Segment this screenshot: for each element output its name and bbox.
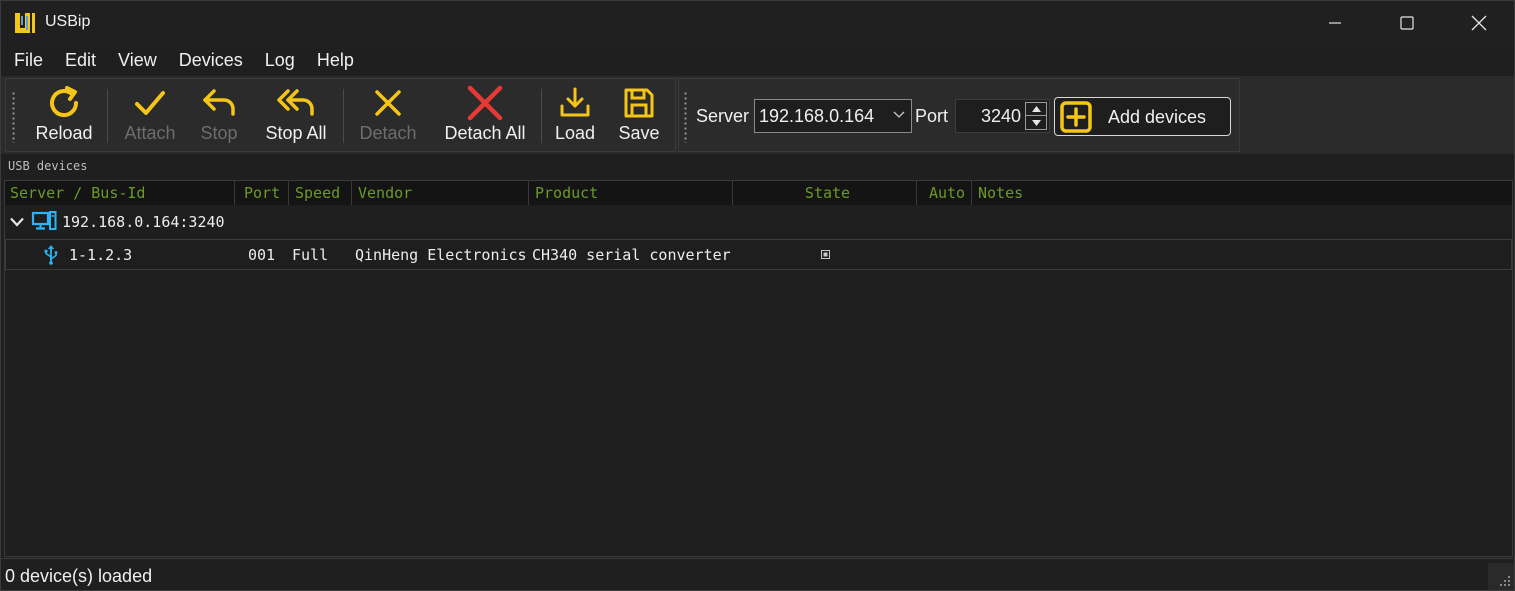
detach-all-button[interactable]: Detach All [438,83,532,149]
column-notes[interactable]: Notes [973,181,1512,205]
menu-edit[interactable]: Edit [54,45,107,76]
column-vendor[interactable]: Vendor [353,181,529,205]
status-text: 0 device(s) loaded [5,566,153,586]
toolbar-area: Reload Attach Stop Stop All Detach Detac… [1,76,1514,154]
column-port[interactable]: Port [239,181,289,205]
save-label: Save [618,123,660,143]
status-bar: 0 device(s) loaded [1,558,1514,590]
chevron-down-icon[interactable] [10,217,24,227]
reload-button[interactable]: Reload [30,83,98,149]
device-row[interactable]: 1-1.2.3 001 Full QinHeng Electronics CH3… [5,239,1512,270]
column-server-bus-id[interactable]: Server / Bus-Id [5,181,235,205]
attach-button[interactable]: Attach [118,83,182,149]
close-button[interactable] [1443,1,1515,45]
device-vendor: QinHeng Electronics [355,246,527,264]
menu-help[interactable]: Help [306,45,365,76]
minimize-button[interactable] [1299,1,1371,45]
menu-file[interactable]: File [3,45,54,76]
port-spinbox[interactable]: 3240 [955,99,1050,133]
red-x-icon [467,85,503,121]
toolbar-separator [107,89,108,143]
device-bus-id: 1-1.2.3 [69,246,133,264]
server-value: 192.168.0.164 [759,106,875,126]
stop-all-button[interactable]: Stop All [258,83,334,149]
port-value: 3240 [980,106,1021,126]
undo-all-arrow-icon [277,89,314,116]
state-checkbox[interactable] [821,250,830,259]
reload-icon [50,86,79,118]
device-product: CH340 serial converter [532,246,731,264]
save-button[interactable]: Save [616,83,662,149]
server-combobox[interactable]: 192.168.0.164 [754,99,912,133]
minimize-icon [1329,22,1341,24]
tree-header: Server / Bus-Id Port Speed Vendor Produc… [5,181,1512,205]
server-address: 192.168.0.164:3240 [62,213,225,231]
toolbar-separator [541,89,542,143]
x-icon [375,90,401,116]
maximize-icon [1400,16,1414,30]
action-toolbar: Reload Attach Stop Stop All Detach Detac… [5,78,676,152]
server-row[interactable]: 192.168.0.164:3240 [5,207,1512,237]
menu-view[interactable]: View [107,45,168,76]
toolbar-separator [343,89,344,143]
column-speed[interactable]: Speed [290,181,352,205]
menu-log[interactable]: Log [254,45,306,76]
title-bar: USBip [1,1,1514,45]
stop-all-label: Stop All [265,123,327,143]
connection-toolbar: Server 192.168.0.164 Port 3240 Add devic… [678,78,1240,152]
port-label: Port [915,106,949,126]
add-devices-button[interactable]: Add devices [1054,97,1231,136]
toolbar-grip[interactable] [12,91,15,143]
maximize-button[interactable] [1371,1,1443,45]
stop-label: Stop [200,123,238,143]
toolbar-grip[interactable] [684,91,687,143]
menu-bar: File Edit View Devices Log Help [1,45,1514,76]
menu-devices[interactable]: Devices [168,45,254,76]
window-title: USBip [45,13,91,30]
column-auto[interactable]: Auto [918,181,972,205]
download-icon [560,87,590,117]
column-state[interactable]: State [734,181,917,205]
resize-grip-icon[interactable] [1488,563,1514,590]
floppy-disk-icon [624,88,654,118]
load-label: Load [554,123,596,143]
reload-label: Reload [35,123,93,143]
checkmark-icon [135,91,165,115]
device-port: 001 [248,246,276,264]
column-product[interactable]: Product [530,181,733,205]
plus-box-icon [1060,101,1092,133]
usbip-logo-icon [15,13,35,33]
close-icon [1471,15,1487,31]
detach-button[interactable]: Detach [354,83,422,149]
undo-arrow-icon [203,89,235,116]
load-button[interactable]: Load [552,83,598,149]
port-spin-buttons [1025,102,1047,130]
detach-all-label: Detach All [444,123,526,143]
detach-label: Detach [359,123,417,143]
server-label: Server [696,106,750,126]
usb-icon [44,245,58,265]
port-increment-button[interactable] [1026,103,1046,116]
triangle-up-icon [1031,106,1041,112]
attach-label: Attach [124,123,176,143]
usb-devices-tree[interactable]: Server / Bus-Id Port Speed Vendor Produc… [4,180,1513,557]
server-computer-icon [31,211,57,230]
add-devices-label: Add devices [1108,107,1207,127]
chevron-down-icon [893,111,905,118]
usb-devices-label: USB devices [8,159,88,173]
port-decrement-button[interactable] [1026,116,1046,129]
triangle-down-icon [1031,119,1041,126]
stop-button[interactable]: Stop [196,83,242,149]
device-speed: Full [292,246,329,264]
usbip-window: USBip File Edit View Devices Log Help Re… [0,0,1515,591]
